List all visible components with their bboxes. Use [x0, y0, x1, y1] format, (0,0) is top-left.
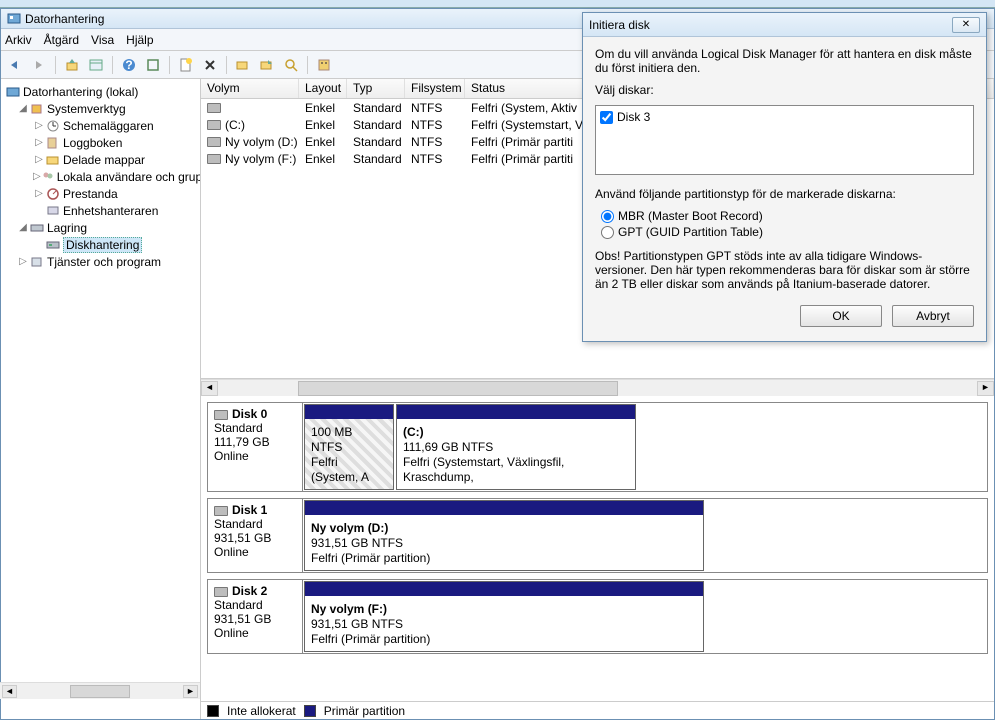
partition-box[interactable]: (C:)111,69 GB NTFSFelfri (Systemstart, V… [396, 404, 636, 490]
partition-box[interactable]: Ny volym (F:)931,51 GB NTFSFelfri (Primä… [304, 581, 704, 652]
dialog-titlebar[interactable]: Initiera disk ✕ [583, 13, 986, 37]
partition-style-label: Använd följande partitionstyp för de mar… [595, 187, 974, 201]
browser-tabs-remnant [0, 0, 995, 8]
mbr-label: MBR (Master Boot Record) [618, 209, 763, 223]
legend-unalloc: Inte allokerat [227, 704, 296, 718]
tree-systemverktyg[interactable]: ◢Systemverktyg [3, 100, 198, 117]
properties-button[interactable] [86, 55, 106, 75]
col-layout[interactable]: Layout [299, 79, 347, 98]
tree-schemalaggaren[interactable]: ▷Schemaläggaren [3, 117, 198, 134]
back-button[interactable] [5, 55, 25, 75]
disk-info: Disk 0Standard111,79 GBOnline [208, 403, 303, 491]
app-icon [7, 12, 21, 26]
tree-root[interactable]: Datorhantering (lokal) [3, 83, 198, 100]
disk-row[interactable]: Disk 2Standard931,51 GBOnlineNy volym (F… [207, 579, 988, 654]
refresh-button[interactable] [143, 55, 163, 75]
disk3-checkbox[interactable] [600, 111, 613, 124]
tree-hscrollbar[interactable]: ◄► [1, 682, 200, 699]
ok-button[interactable]: OK [800, 305, 882, 327]
menu-visa[interactable]: Visa [91, 33, 114, 47]
action1-button[interactable] [233, 55, 253, 75]
col-typ[interactable]: Typ [347, 79, 405, 98]
settings-button[interactable] [314, 55, 334, 75]
legend-primary: Primär partition [324, 704, 405, 718]
dialog-title: Initiera disk [589, 18, 650, 32]
action2-button[interactable] [257, 55, 277, 75]
forward-button[interactable] [29, 55, 49, 75]
tree-tjanster[interactable]: ▷Tjänster och program [3, 253, 198, 270]
window-title: Datorhantering [25, 12, 104, 26]
volume-hscrollbar[interactable]: ◄► [201, 379, 994, 396]
initialize-disk-dialog: Initiera disk ✕ Om du vill använda Logic… [582, 12, 987, 342]
delete-button[interactable] [200, 55, 220, 75]
up-button[interactable] [62, 55, 82, 75]
disk-row[interactable]: Disk 0Standard111,79 GBOnline100 MB NTFS… [207, 402, 988, 492]
dialog-select-label: Välj diskar: [595, 83, 974, 97]
tree-enhetshanteraren[interactable]: Enhetshanteraren [3, 202, 198, 219]
help-button[interactable]: ? [119, 55, 139, 75]
disk-select-list: Disk 3 [595, 105, 974, 175]
gpt-radio-row[interactable]: GPT (GUID Partition Table) [601, 225, 974, 239]
disk-info: Disk 2Standard931,51 GBOnline [208, 580, 303, 653]
tree-panel: Datorhantering (lokal) ◢Systemverktyg ▷S… [1, 79, 201, 719]
tree-lagring[interactable]: ◢Lagring [3, 219, 198, 236]
dialog-note: Obs! Partitionstypen GPT stöds inte av a… [595, 249, 974, 291]
tree-diskhantering[interactable]: Diskhantering [3, 236, 198, 253]
mbr-radio-row[interactable]: MBR (Master Boot Record) [601, 209, 974, 223]
col-filsystem[interactable]: Filsystem [405, 79, 465, 98]
disk-row[interactable]: Disk 1Standard931,51 GBOnlineNy volym (D… [207, 498, 988, 573]
disk-graphic-panel: Disk 0Standard111,79 GBOnline100 MB NTFS… [201, 396, 994, 701]
cancel-button[interactable]: Avbryt [892, 305, 974, 327]
find-button[interactable] [281, 55, 301, 75]
dialog-close-button[interactable]: ✕ [952, 17, 980, 33]
tree-delade-mappar[interactable]: ▷Delade mappar [3, 151, 198, 168]
dialog-intro: Om du vill använda Logical Disk Manager … [595, 47, 974, 75]
disk-info: Disk 1Standard931,51 GBOnline [208, 499, 303, 572]
disk-checkbox-row[interactable]: Disk 3 [600, 110, 969, 124]
partition-box[interactable]: 100 MB NTFSFelfri (System, A [304, 404, 394, 490]
tree-loggboken[interactable]: ▷Loggboken [3, 134, 198, 151]
svg-text:?: ? [125, 58, 132, 72]
legend: Inte allokerat Primär partition [201, 701, 994, 719]
gpt-label: GPT (GUID Partition Table) [618, 225, 763, 239]
partition-box[interactable]: Ny volym (D:)931,51 GB NTFSFelfri (Primä… [304, 500, 704, 571]
menu-hjalp[interactable]: Hjälp [126, 33, 153, 47]
tree-lokala-anvandare[interactable]: ▷Lokala användare och grupper [3, 168, 198, 185]
tree-prestanda[interactable]: ▷Prestanda [3, 185, 198, 202]
mbr-radio[interactable] [601, 210, 614, 223]
disk3-label: Disk 3 [617, 110, 650, 124]
menu-atgard[interactable]: Åtgärd [44, 33, 79, 47]
menu-arkiv[interactable]: Arkiv [5, 33, 32, 47]
new-button[interactable] [176, 55, 196, 75]
gpt-radio[interactable] [601, 226, 614, 239]
col-volym[interactable]: Volym [201, 79, 299, 98]
